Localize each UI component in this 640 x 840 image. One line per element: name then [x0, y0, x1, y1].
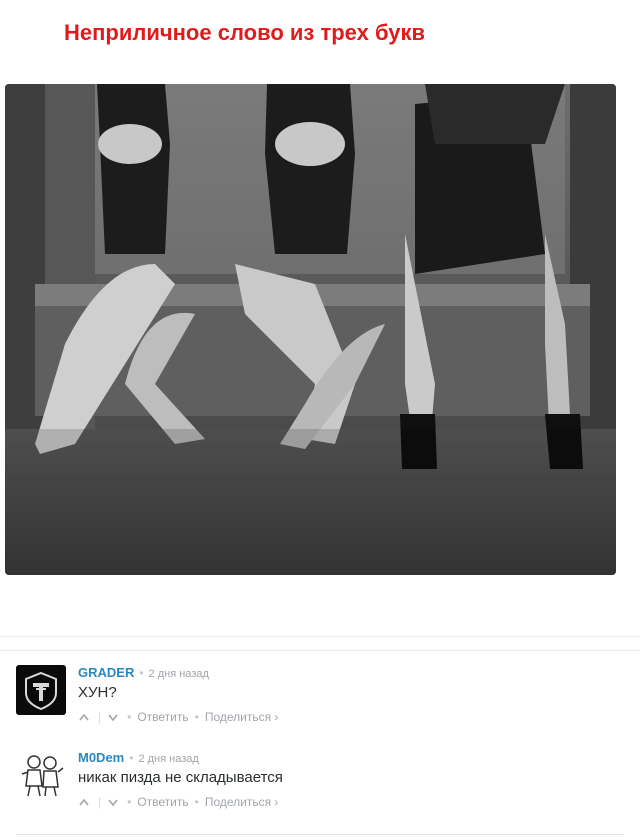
divider — [16, 834, 624, 835]
divider — [0, 636, 640, 637]
vote-divider: | — [98, 710, 102, 724]
reply-button[interactable]: Ответить — [137, 710, 188, 724]
comment-author[interactable]: M0Dem — [78, 750, 124, 765]
comment-time[interactable]: 2 дня назад — [138, 753, 198, 765]
comment-time[interactable]: 2 дня назад — [149, 668, 209, 680]
separator-dot: • — [127, 795, 132, 809]
comment-actions: | • Ответить • Поделиться › — [78, 710, 278, 724]
comment-text: ХУН? — [78, 684, 117, 701]
cartoon-figure-avatar-icon[interactable] — [16, 750, 66, 800]
vote-divider: | — [98, 795, 102, 809]
separator-dot: • — [194, 710, 199, 724]
post-photo — [5, 84, 616, 575]
comment-meta: M0Dem • 2 дня назад — [78, 750, 199, 765]
post-title: Неприличное слово из трех букв — [64, 20, 426, 45]
comment-author[interactable]: GRADER — [78, 665, 134, 680]
upvote-icon[interactable] — [78, 796, 92, 808]
separator-dot: • — [129, 751, 134, 765]
downvote-icon[interactable] — [107, 711, 121, 723]
comment-text: никак пизда не складывается — [78, 769, 283, 786]
comment-actions: | • Ответить • Поделиться › — [78, 795, 278, 809]
upvote-icon[interactable] — [78, 711, 92, 723]
share-button[interactable]: Поделиться › — [205, 710, 279, 724]
downvote-icon[interactable] — [107, 796, 121, 808]
separator-dot: • — [194, 795, 199, 809]
world-of-tanks-logo-icon[interactable] — [16, 665, 66, 715]
reply-button[interactable]: Ответить — [137, 795, 188, 809]
separator-dot: • — [139, 666, 144, 680]
share-button[interactable]: Поделиться › — [205, 795, 279, 809]
comment-meta: GRADER • 2 дня назад — [78, 665, 209, 680]
separator-dot: • — [127, 710, 132, 724]
